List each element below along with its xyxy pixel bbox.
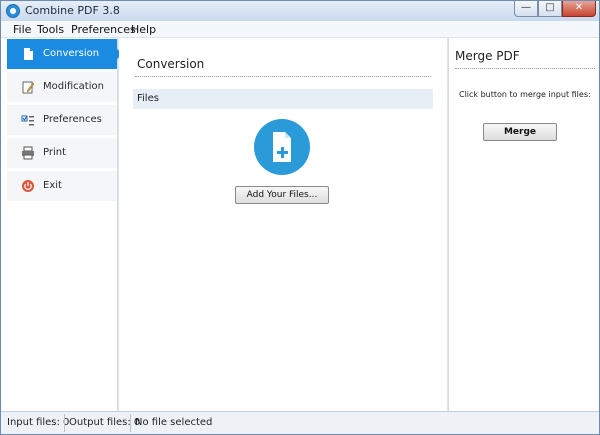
sidebar-item-preferences[interactable]: Preferences: [7, 105, 117, 135]
sidebar-item-label: Print: [43, 147, 67, 158]
app-window: Combine PDF 3.8 — □ ✕ File Tools Prefere…: [0, 0, 600, 435]
window-title: Combine PDF 3.8: [25, 4, 120, 17]
status-bar: Input files: 0 Output files: 0 No file s…: [1, 411, 599, 434]
sidebar-item-conversion[interactable]: Conversion: [7, 39, 123, 69]
add-file-icon[interactable]: [254, 119, 310, 175]
add-files-button[interactable]: Add Your Files...: [235, 186, 329, 204]
main-panel: Conversion Files Add Your Files...: [119, 38, 447, 411]
menu-tools[interactable]: Tools: [37, 23, 64, 36]
page-title: Conversion: [137, 57, 205, 71]
document-icon: [24, 48, 33, 60]
sidebar-item-print[interactable]: Print: [7, 138, 117, 168]
menu-file[interactable]: File: [13, 23, 31, 36]
sidebar: Conversion Modification Preferences Prin…: [1, 38, 123, 411]
menu-help[interactable]: Help: [131, 23, 156, 36]
sidebar-item-label: Conversion: [43, 48, 100, 59]
files-header: Files: [133, 89, 433, 109]
sidebar-item-modification[interactable]: Modification: [7, 72, 117, 102]
divider: [135, 76, 431, 77]
merge-hint: Click button to merge input files:: [459, 90, 591, 99]
maximize-button[interactable]: □: [538, 1, 562, 17]
minimize-button[interactable]: —: [514, 1, 538, 17]
sidebar-item-label: Exit: [43, 180, 62, 191]
checklist-icon: [21, 115, 34, 126]
menu-preferences[interactable]: Preferences: [71, 23, 136, 36]
close-button[interactable]: ✕: [562, 1, 596, 17]
status-divider: [130, 414, 131, 432]
divider: [455, 68, 595, 69]
edit-icon: [22, 81, 35, 94]
title-bar[interactable]: Combine PDF 3.8 — □ ✕: [1, 1, 599, 21]
merge-button[interactable]: Merge: [483, 123, 557, 141]
files-header-label: Files: [137, 93, 159, 104]
file-plus-icon: [273, 132, 291, 162]
sidebar-item-label: Preferences: [43, 114, 102, 125]
merge-panel: Merge PDF Click button to merge input fi…: [448, 38, 599, 411]
printer-icon: [22, 146, 34, 160]
menu-bar: File Tools Preferences Help: [1, 21, 599, 38]
status-input-files: Input files: 0: [7, 417, 70, 428]
app-logo-icon: [6, 4, 20, 18]
power-icon: [22, 180, 34, 192]
sidebar-item-label: Modification: [43, 81, 104, 92]
status-divider: [64, 414, 65, 432]
merge-panel-title: Merge PDF: [455, 49, 520, 63]
sidebar-item-exit[interactable]: Exit: [7, 171, 117, 201]
status-selection: No file selected: [135, 417, 213, 428]
